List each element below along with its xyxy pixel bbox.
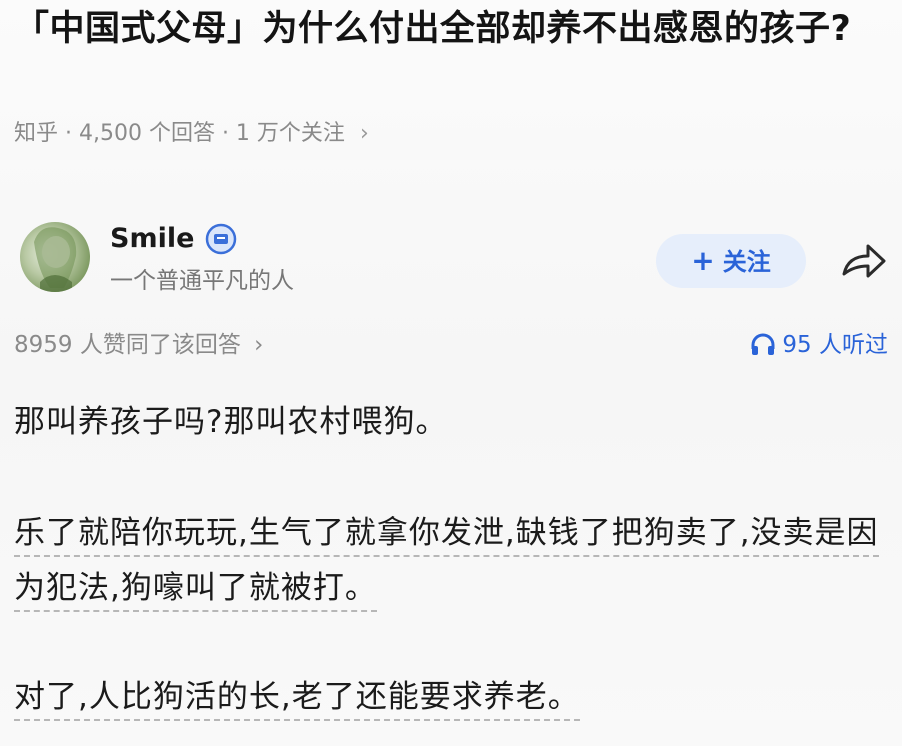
chevron-right-icon: › — [254, 332, 264, 358]
headphones-icon — [751, 333, 775, 355]
question-meta[interactable]: 知乎 · 4,500 个回答 · 1 万个关注 › — [14, 118, 369, 150]
author-bio: 一个普通平凡的人 — [110, 268, 294, 294]
answer-paragraph-3: 对了,人比狗活的长,老了还能要求养老。 — [14, 670, 888, 725]
agree-count[interactable]: 8959 人赞同了该回答 › — [14, 329, 263, 361]
listen-count[interactable]: 95 人听过 — [750, 329, 888, 361]
agree-count-text: 8959 人赞同了该回答 — [14, 332, 241, 358]
answer-paragraph-2-text: 乐了就陪你玩玩,生气了就拿你发泄,缺钱了把狗卖了,没卖是因为犯法,狗嚎叫了就被打… — [14, 515, 879, 612]
answer-paragraph-3-text: 对了,人比狗活的长,老了还能要求养老。 — [14, 679, 580, 721]
avatar[interactable] — [20, 222, 90, 292]
answer-paragraph-2: 乐了就陪你玩玩,生气了就拿你发泄,缺钱了把狗卖了,没卖是因为犯法,狗嚎叫了就被打… — [14, 506, 888, 616]
follow-button[interactable]: + 关注 — [656, 234, 806, 288]
question-title[interactable]: 「中国式父母」为什么付出全部却养不出感恩的孩子? — [14, 0, 884, 58]
verified-badge-icon — [205, 223, 237, 255]
listen-count-text: 95 人听过 — [782, 332, 888, 358]
follow-button-label: 关注 — [722, 248, 771, 276]
zhihu-answer-page: 「中国式父母」为什么付出全部却养不出感恩的孩子? 知乎 · 4,500 个回答 … — [0, 0, 902, 746]
answer-paragraph-1: 那叫养孩子吗?那叫农村喂狗。 — [14, 400, 888, 444]
answer-paragraph-1-text: 那叫养孩子吗?那叫农村喂狗。 — [14, 404, 448, 440]
question-meta-text: 知乎 · 4,500 个回答 · 1 万个关注 — [14, 121, 345, 146]
chevron-right-icon: › — [359, 121, 369, 146]
plus-icon: + — [691, 244, 715, 277]
share-arrow-icon[interactable] — [838, 238, 888, 284]
author-name[interactable]: Smile — [110, 220, 194, 258]
